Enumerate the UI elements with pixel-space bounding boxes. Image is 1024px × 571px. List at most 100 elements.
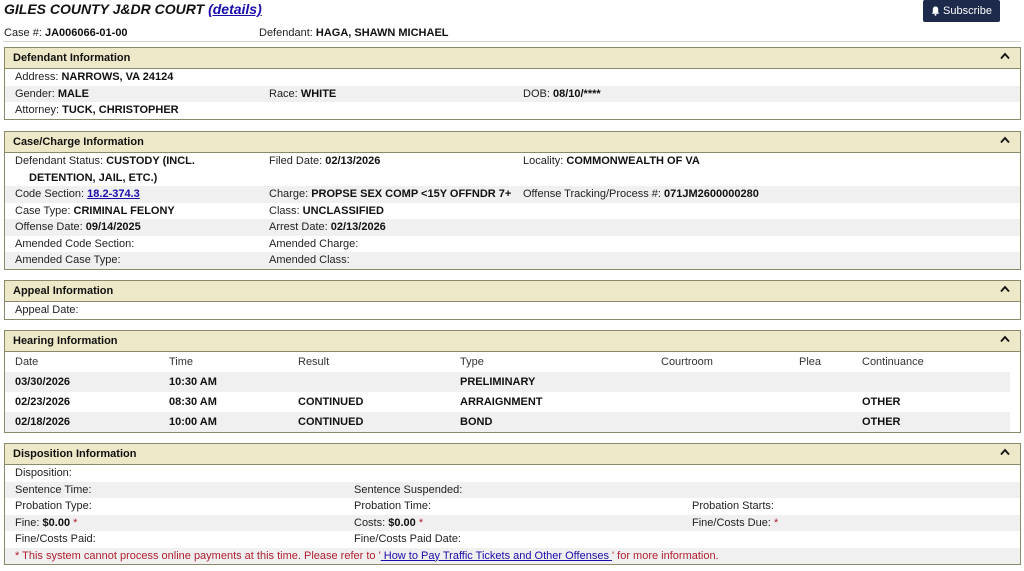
- panel-title: Disposition Information: [13, 448, 137, 460]
- fine-field: Fine: $0.00 *: [15, 516, 78, 529]
- court-title: GILES COUNTY J&DR COURT (details): [4, 1, 262, 17]
- fine-costs-paid-label: Fine/Costs Paid:: [15, 533, 96, 545]
- hearing-date: 02/18/2026: [15, 416, 71, 428]
- column-header-plea: Plea: [799, 356, 822, 368]
- panel-title: Hearing Information: [13, 335, 118, 347]
- required-asterisk: *: [73, 516, 78, 529]
- defendant-name-value: HAGA, SHAWN MICHAEL: [315, 27, 449, 39]
- info-row: Amended Code Section: Amended Charge:: [5, 236, 1020, 253]
- case-header: GILES COUNTY J&DR COURT (details) Case #…: [3, 0, 1021, 42]
- info-row: Sentence Time: Sentence Suspended:: [5, 481, 1020, 498]
- info-row: Fine: $0.00 * Costs: $0.00 * Fine/Costs …: [5, 514, 1020, 531]
- disposition-information-panel: Disposition Information Disposition: Sen…: [4, 443, 1021, 565]
- defendant-line: Defendant: HAGA, SHAWN MICHAEL: [259, 27, 449, 39]
- info-row: Probation Type: Probation Time: Probatio…: [5, 498, 1020, 515]
- sentence-suspended-label: Sentence Suspended:: [354, 483, 463, 496]
- column-header-date: Date: [15, 356, 39, 368]
- notice-text: * This system cannot process online paym…: [15, 549, 381, 562]
- column-header-continuance: Continuance: [862, 356, 924, 368]
- dob-field: DOB: 08/10/****: [523, 87, 601, 100]
- costs-field: Costs: $0.00 *: [354, 516, 424, 529]
- hearing-date: 02/23/2026: [15, 396, 71, 408]
- fine-costs-paid-date-label: Fine/Costs Paid Date:: [354, 533, 461, 545]
- chevron-up-icon[interactable]: [1000, 52, 1010, 60]
- fine-costs-due-field: Fine/Costs Due: *: [692, 516, 779, 529]
- info-row: Gender: MALE Race: WHITE DOB: 08/10/****: [5, 85, 1020, 102]
- hearing-result: CONTINUED: [298, 396, 364, 408]
- info-row: Amended Case Type: Amended Class:: [5, 252, 1020, 269]
- case-type-field: Case Type: CRIMINAL FELONY: [15, 204, 175, 217]
- hearing-information-header[interactable]: Hearing Information: [5, 331, 1020, 352]
- charge-field: Charge: PROPSE SEX COMP <15Y OFFNDR 7+: [269, 188, 512, 200]
- race-field: Race: WHITE: [269, 87, 337, 100]
- table-row: 02/23/2026 08:30 AM CONTINUED ARRAIGNMEN…: [5, 392, 1010, 412]
- chevron-up-icon[interactable]: [1000, 285, 1010, 293]
- info-row: Code Section: 18.2-374.3 Charge: PROPSE …: [5, 186, 1020, 203]
- appeal-date-label: Appeal Date:: [15, 304, 79, 316]
- case-number-line: Case #: JA006066-01-00: [4, 27, 128, 39]
- payment-notice: * This system cannot process online paym…: [5, 547, 1020, 564]
- hearing-time: 10:30 AM: [169, 376, 217, 388]
- case-charge-information-header[interactable]: Case/Charge Information: [5, 132, 1020, 153]
- panel-title: Case/Charge Information: [13, 136, 144, 148]
- defendant-status-field: Defendant Status: CUSTODY (INCL.: [15, 155, 195, 167]
- offense-tracking-field: Offense Tracking/Process #: 071JM2600000…: [523, 188, 759, 200]
- hearing-continuance: OTHER: [862, 396, 901, 408]
- hearing-type: PRELIMINARY: [460, 376, 536, 388]
- hearing-date: 03/30/2026: [15, 376, 71, 388]
- column-header-time: Time: [169, 356, 194, 368]
- code-section-field: Code Section: 18.2-374.3: [15, 188, 140, 200]
- defendant-information-panel: Defendant Information Address: NARROWS, …: [4, 47, 1021, 120]
- panel-title: Appeal Information: [13, 285, 114, 297]
- info-row: Offense Date: 09/14/2025 Arrest Date: 02…: [5, 219, 1020, 236]
- locality-field: Locality: COMMONWEALTH OF VA: [523, 155, 700, 167]
- attorney-field: Attorney: TUCK, CHRISTOPHER: [15, 104, 179, 116]
- info-row: Case Type: CRIMINAL FELONY Class: UNCLAS…: [5, 203, 1020, 220]
- chevron-up-icon[interactable]: [1000, 136, 1010, 144]
- defendant-label: Defendant:: [259, 27, 313, 39]
- column-header-type: Type: [460, 356, 484, 368]
- info-row: Disposition:: [5, 465, 1020, 482]
- subscribe-label: Subscribe: [943, 5, 992, 17]
- case-number-label: Case #:: [4, 27, 42, 39]
- filed-date-field: Filed Date: 02/13/2026: [269, 155, 381, 167]
- chevron-up-icon[interactable]: [1000, 448, 1010, 456]
- amended-charge-label: Amended Charge:: [269, 237, 359, 250]
- disposition-information-header[interactable]: Disposition Information: [5, 444, 1020, 465]
- info-row: Fine/Costs Paid: Fine/Costs Paid Date:: [5, 531, 1020, 548]
- hearing-information-panel: Hearing Information Date Time Result Typ…: [4, 330, 1021, 433]
- how-to-pay-link[interactable]: How to Pay Traffic Tickets and Other Off…: [381, 550, 612, 562]
- hearing-result: CONTINUED: [298, 416, 364, 428]
- defendant-information-header[interactable]: Defendant Information: [5, 48, 1020, 69]
- code-section-link[interactable]: 18.2-374.3: [87, 188, 140, 200]
- panel-title: Defendant Information: [13, 52, 131, 64]
- chevron-up-icon[interactable]: [1000, 335, 1010, 343]
- disposition-label: Disposition:: [15, 467, 72, 479]
- table-row: 03/30/2026 10:30 AM PRELIMINARY: [5, 372, 1010, 392]
- hearing-type: ARRAIGNMENT: [460, 396, 543, 408]
- info-row: Appeal Date:: [5, 302, 1020, 319]
- case-charge-information-panel: Case/Charge Information Defendant Status…: [4, 131, 1021, 270]
- probation-type-label: Probation Type:: [15, 500, 92, 512]
- appeal-information-header[interactable]: Appeal Information: [5, 281, 1020, 302]
- offense-date-field: Offense Date: 09/14/2025: [15, 221, 141, 233]
- appeal-information-panel: Appeal Information Appeal Date:: [4, 280, 1021, 320]
- required-asterisk: *: [773, 516, 779, 529]
- column-header-courtroom: Courtroom: [661, 356, 713, 368]
- details-link[interactable]: (details): [208, 1, 262, 17]
- table-header-row: Date Time Result Type Courtroom Plea Con…: [5, 352, 1010, 372]
- table-row: 02/18/2026 10:00 AM CONTINUED BOND OTHER: [5, 412, 1010, 432]
- arrest-date-field: Arrest Date: 02/13/2026: [269, 221, 386, 233]
- hearing-table: Date Time Result Type Courtroom Plea Con…: [5, 352, 1010, 432]
- sentence-time-label: Sentence Time:: [15, 483, 92, 496]
- bell-icon: [931, 6, 940, 16]
- court-name: GILES COUNTY J&DR COURT: [4, 1, 205, 17]
- gender-field: Gender: MALE: [15, 87, 89, 100]
- hearing-time: 08:30 AM: [169, 396, 217, 408]
- probation-time-label: Probation Time:: [354, 500, 432, 512]
- subscribe-button[interactable]: Subscribe: [923, 0, 1000, 22]
- required-asterisk: *: [418, 516, 424, 529]
- column-header-result: Result: [298, 356, 330, 368]
- amended-case-type-label: Amended Case Type:: [15, 254, 121, 266]
- probation-starts-label: Probation Starts:: [692, 500, 774, 512]
